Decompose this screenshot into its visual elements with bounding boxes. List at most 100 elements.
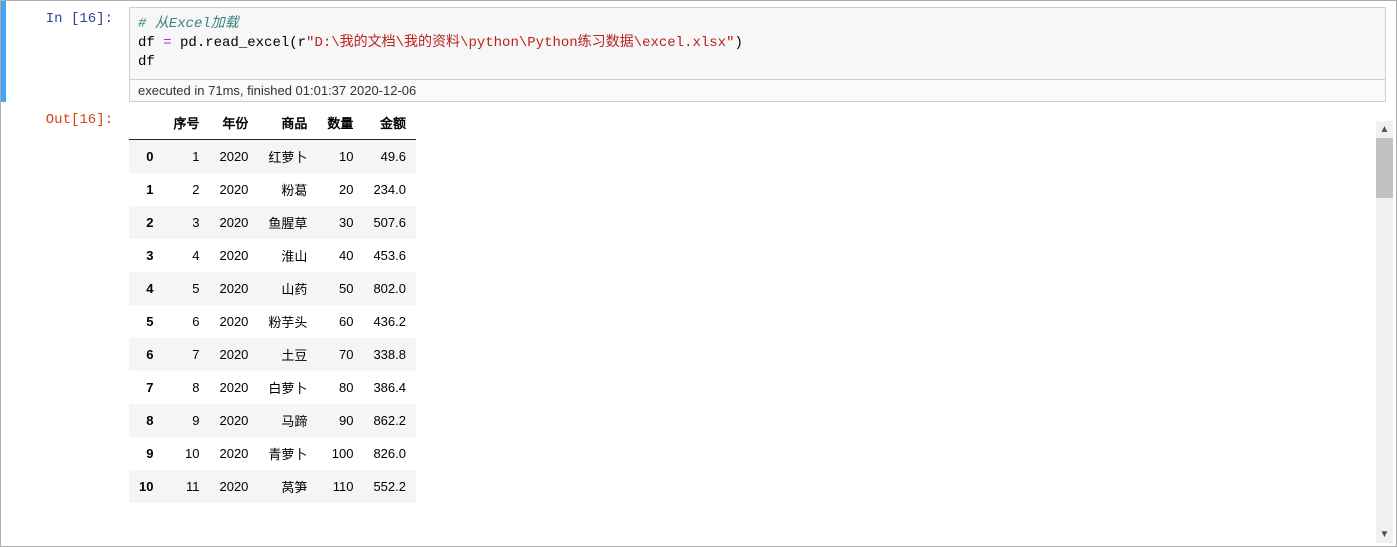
table-cell: 70 (317, 338, 363, 371)
table-cell: 2020 (209, 338, 258, 371)
output-cell: Out[16]: 序号年份商品数量金额 012020红萝卜1049.612202… (1, 102, 1396, 503)
table-cell: 60 (317, 305, 363, 338)
code-dfref: df (138, 54, 155, 70)
table-cell: 100 (317, 437, 363, 470)
table-cell: 粉芋头 (258, 305, 317, 338)
dataframe-table: 序号年份商品数量金额 012020红萝卜1049.6122020粉葛20234.… (129, 106, 416, 503)
table-cell: 土豆 (258, 338, 317, 371)
table-cell: 鱼腥草 (258, 206, 317, 239)
row-index: 8 (129, 404, 163, 437)
table-cell: 2020 (209, 404, 258, 437)
table-column-header: 年份 (209, 106, 258, 140)
table-row: 562020粉芋头60436.2 (129, 305, 416, 338)
table-cell: 826.0 (363, 437, 416, 470)
scroll-down-icon[interactable]: ▼ (1376, 526, 1393, 543)
execution-info: executed in 71ms, finished 01:01:37 2020… (130, 79, 1385, 101)
table-cell: 110 (317, 470, 363, 503)
table-cell: 莴笋 (258, 470, 317, 503)
scroll-up-icon[interactable]: ▲ (1376, 121, 1393, 138)
table-cell: 2020 (209, 139, 258, 173)
row-index: 3 (129, 239, 163, 272)
table-cell: 2020 (209, 470, 258, 503)
table-cell: 2 (163, 173, 209, 206)
table-cell: 2020 (209, 272, 258, 305)
row-index: 2 (129, 206, 163, 239)
notebook-container: In [16]: # 从Excel加载 df = pd.read_excel(r… (0, 0, 1397, 547)
table-row: 122020粉葛20234.0 (129, 173, 416, 206)
row-index: 10 (129, 470, 163, 503)
row-index: 4 (129, 272, 163, 305)
scrollbar-thumb[interactable] (1376, 138, 1393, 198)
table-cell: 338.8 (363, 338, 416, 371)
table-column-header: 数量 (317, 106, 363, 140)
output-area: 序号年份商品数量金额 012020红萝卜1049.6122020粉葛20234.… (121, 102, 1396, 503)
row-index: 7 (129, 371, 163, 404)
code-input-area[interactable]: # 从Excel加载 df = pd.read_excel(r"D:\我的文档\… (129, 7, 1386, 102)
row-index: 9 (129, 437, 163, 470)
row-index: 1 (129, 173, 163, 206)
table-cell: 453.6 (363, 239, 416, 272)
table-cell: 802.0 (363, 272, 416, 305)
table-cell: 青萝卜 (258, 437, 317, 470)
table-row: 892020马蹄90862.2 (129, 404, 416, 437)
table-cell: 234.0 (363, 173, 416, 206)
code-func: pd.read_excel(r (172, 35, 306, 51)
table-cell: 淮山 (258, 239, 317, 272)
code-comment: # 从Excel加载 (138, 16, 239, 32)
table-column-header: 序号 (163, 106, 209, 140)
table-column-header: 商品 (258, 106, 317, 140)
scrollbar-vertical[interactable]: ▲ ▼ (1376, 121, 1393, 543)
table-column-header (129, 106, 163, 140)
table-row: 782020白萝卜80386.4 (129, 371, 416, 404)
table-cell: 7 (163, 338, 209, 371)
table-header-row: 序号年份商品数量金额 (129, 106, 416, 140)
row-index: 5 (129, 305, 163, 338)
table-cell: 2020 (209, 437, 258, 470)
row-index: 0 (129, 139, 163, 173)
table-row: 232020鱼腥草30507.6 (129, 206, 416, 239)
in-prompt: In [16]: (6, 1, 121, 28)
table-row: 342020淮山40453.6 (129, 239, 416, 272)
table-cell: 436.2 (363, 305, 416, 338)
table-cell: 2020 (209, 371, 258, 404)
table-cell: 80 (317, 371, 363, 404)
table-row: 012020红萝卜1049.6 (129, 139, 416, 173)
table-cell: 4 (163, 239, 209, 272)
out-prompt: Out[16]: (6, 102, 121, 129)
table-cell: 2020 (209, 173, 258, 206)
table-cell: 90 (317, 404, 363, 437)
table-cell: 386.4 (363, 371, 416, 404)
table-cell: 9 (163, 404, 209, 437)
code-op: = (163, 35, 171, 51)
table-cell: 5 (163, 272, 209, 305)
table-cell: 50 (317, 272, 363, 305)
table-cell: 2020 (209, 239, 258, 272)
table-row: 9102020青萝卜100826.0 (129, 437, 416, 470)
table-cell: 862.2 (363, 404, 416, 437)
table-cell: 8 (163, 371, 209, 404)
table-cell: 10 (317, 139, 363, 173)
table-cell: 3 (163, 206, 209, 239)
table-cell: 6 (163, 305, 209, 338)
table-row: 452020山药50802.0 (129, 272, 416, 305)
table-column-header: 金额 (363, 106, 416, 140)
table-cell: 20 (317, 173, 363, 206)
table-cell: 49.6 (363, 139, 416, 173)
code-content: # 从Excel加载 df = pd.read_excel(r"D:\我的文档\… (130, 8, 1385, 79)
code-var: df (138, 35, 163, 51)
table-cell: 粉葛 (258, 173, 317, 206)
table-cell: 马蹄 (258, 404, 317, 437)
table-row: 10112020莴笋110552.2 (129, 470, 416, 503)
table-cell: 11 (163, 470, 209, 503)
table-row: 672020土豆70338.8 (129, 338, 416, 371)
table-cell: 2020 (209, 305, 258, 338)
table-cell: 白萝卜 (258, 371, 317, 404)
table-cell: 552.2 (363, 470, 416, 503)
table-cell: 30 (317, 206, 363, 239)
table-cell: 507.6 (363, 206, 416, 239)
code-paren: ) (735, 35, 743, 51)
table-body: 012020红萝卜1049.6122020粉葛20234.0232020鱼腥草3… (129, 139, 416, 503)
table-cell: 10 (163, 437, 209, 470)
input-cell: In [16]: # 从Excel加载 df = pd.read_excel(r… (1, 1, 1396, 102)
table-cell: 1 (163, 139, 209, 173)
